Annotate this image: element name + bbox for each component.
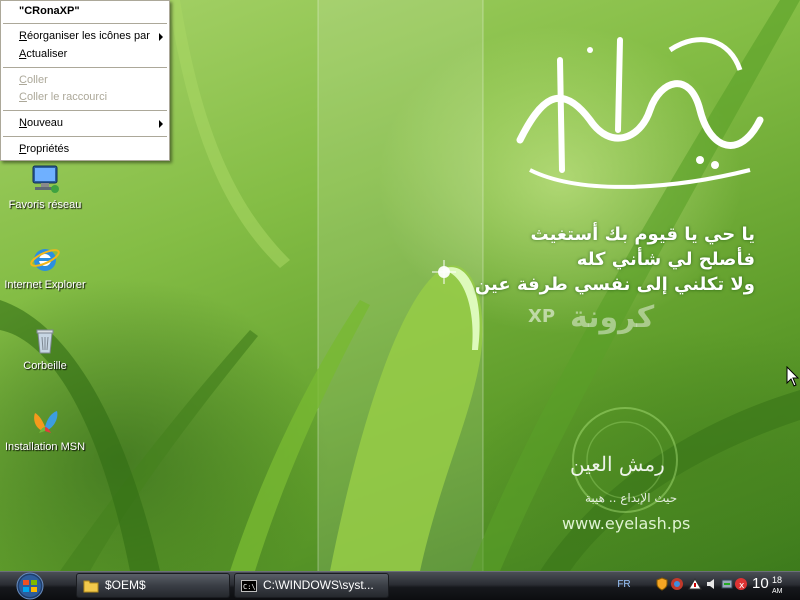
security-shield-icon[interactable] bbox=[655, 577, 669, 591]
network-places-icon bbox=[29, 163, 61, 195]
desktop-icon-label: Corbeille bbox=[23, 360, 67, 372]
alert-icon[interactable]: x bbox=[734, 577, 748, 591]
menu-label-rest: ctualiser bbox=[26, 48, 68, 60]
wallpaper-prayer-line-2: فأصلح لي شأني كله bbox=[576, 249, 755, 270]
mouse-cursor-icon bbox=[786, 366, 800, 387]
menu-accelerator-letter: N bbox=[19, 117, 27, 129]
taskbar-button-label: $OEM$ bbox=[105, 578, 146, 592]
clock-hour[interactable]: 10 bbox=[752, 575, 769, 592]
menu-separator bbox=[3, 136, 167, 137]
wallpaper-studio-tagline: حيث الإبداع .. هيبة bbox=[585, 491, 678, 505]
menu-item-new[interactable]: Nouveau bbox=[1, 115, 169, 132]
wallpaper-brand-arabic: كرونة bbox=[570, 300, 655, 335]
context-menu-title: "CRonaXP" bbox=[19, 5, 80, 17]
menu-accelerator-letter: C bbox=[19, 74, 27, 86]
desktop-icon-msn-install[interactable]: Installation MSN bbox=[0, 405, 90, 453]
start-button[interactable] bbox=[10, 572, 50, 600]
antivirus-icon[interactable] bbox=[670, 577, 684, 591]
folder-icon bbox=[83, 580, 99, 593]
menu-label-rest: ropriétés bbox=[26, 143, 70, 155]
clock-minutes[interactable]: 18 bbox=[772, 575, 782, 585]
submenu-arrow-icon bbox=[159, 33, 163, 41]
menu-accelerator-letter: R bbox=[19, 30, 27, 42]
menu-item-label: Réorganiser les icônes par bbox=[19, 30, 150, 42]
command-prompt-icon: C:\ bbox=[241, 580, 257, 592]
wallpaper-prayer-line-3: ولا تكلني إلى نفسي طرفة عين bbox=[474, 274, 755, 295]
recycle-bin-icon bbox=[29, 324, 61, 356]
desktop-icon-recycle-bin[interactable]: Corbeille bbox=[0, 324, 90, 372]
menu-item-refresh[interactable]: Actualiser bbox=[1, 46, 169, 63]
windows-orb-icon bbox=[16, 572, 44, 600]
desktop-icon-label: Installation MSN bbox=[4, 441, 86, 453]
desktop-icon-label: Favoris réseau bbox=[8, 199, 82, 211]
menu-item-label: Nouveau bbox=[19, 117, 63, 129]
wallpaper-studio-name: رمش العين bbox=[570, 452, 665, 476]
svg-text:x: x bbox=[739, 581, 745, 591]
menu-item-arrange-icons[interactable]: Réorganiser les icônes par bbox=[1, 28, 169, 45]
menu-item-properties[interactable]: Propriétés bbox=[1, 141, 169, 158]
menu-separator bbox=[3, 23, 167, 24]
desktop-icon-internet-explorer[interactable]: Internet Explorer bbox=[0, 243, 90, 291]
msn-butterfly-icon bbox=[29, 405, 61, 437]
taskbar-button-oem-folder[interactable]: $OEM$ bbox=[76, 573, 230, 598]
menu-label-rest: ouveau bbox=[26, 117, 64, 129]
menu-label-rest: éorganiser les icônes par bbox=[26, 30, 150, 42]
menu-item-label: Coller le raccourci bbox=[19, 91, 107, 103]
svg-text:C:\: C:\ bbox=[243, 583, 256, 591]
taskbar-button-label: C:\WINDOWS\syst... bbox=[263, 578, 374, 592]
wallpaper-brand-xp: XP bbox=[528, 306, 556, 327]
network-icon[interactable] bbox=[688, 577, 702, 591]
wallpaper-website: www.eyelash.ps bbox=[562, 514, 691, 533]
menu-item-label: Actualiser bbox=[19, 48, 67, 60]
menu-item-label: Propriétés bbox=[19, 143, 69, 155]
desktop-context-menu: "CRonaXP" Réorganiser les icônes par Act… bbox=[0, 0, 170, 161]
menu-label-rest: oller bbox=[26, 74, 48, 86]
clock-ampm[interactable]: AM bbox=[772, 588, 783, 596]
taskbar-button-command-prompt[interactable]: C:\ C:\WINDOWS\syst... bbox=[234, 573, 389, 598]
internet-explorer-icon bbox=[29, 243, 61, 275]
menu-item-paste: Coller bbox=[1, 72, 169, 89]
submenu-arrow-icon bbox=[159, 120, 163, 128]
menu-separator bbox=[3, 67, 167, 68]
desktop-icon-network-places[interactable]: Favoris réseau bbox=[0, 163, 90, 211]
menu-item-paste-shortcut: Coller le raccourci bbox=[1, 89, 169, 106]
language-indicator[interactable]: FR bbox=[613, 577, 635, 593]
menu-label-rest: oller le raccourci bbox=[26, 91, 108, 103]
safely-remove-hardware-icon[interactable] bbox=[720, 577, 734, 591]
desktop-icon-label: Internet Explorer bbox=[4, 279, 86, 291]
volume-icon[interactable] bbox=[705, 577, 719, 591]
menu-item-label: Coller bbox=[19, 74, 48, 86]
menu-separator bbox=[3, 110, 167, 111]
wallpaper-prayer-line-1: يا حي يا قيوم بك أستغيث bbox=[530, 224, 755, 245]
menu-accelerator-letter: C bbox=[19, 91, 27, 103]
calligraphy-artwork bbox=[500, 20, 780, 200]
